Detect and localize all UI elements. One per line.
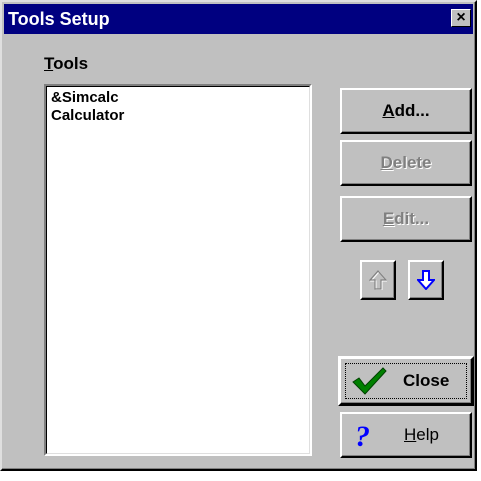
delete-button[interactable]: Delete xyxy=(340,140,472,186)
checkmark-icon xyxy=(351,366,387,396)
svg-text:?: ? xyxy=(355,420,370,450)
delete-button-mnemonic: D xyxy=(380,153,393,172)
tools-listbox-content: &Simcalc Calculator xyxy=(46,86,310,454)
move-up-button[interactable] xyxy=(360,260,396,300)
close-button[interactable]: Close xyxy=(338,356,474,406)
help-button-mnemonic: H xyxy=(404,425,417,444)
down-arrow-icon xyxy=(417,270,435,290)
up-arrow-icon xyxy=(369,270,387,290)
window-close-button[interactable]: × xyxy=(451,9,471,27)
add-button[interactable]: Add... xyxy=(340,88,472,134)
edit-button-label: dit... xyxy=(394,209,430,228)
list-item-calculator[interactable]: Calculator xyxy=(51,107,305,125)
tools-listbox[interactable]: &Simcalc Calculator xyxy=(44,84,312,456)
title-bar[interactable]: Tools Setup × xyxy=(4,4,473,34)
tools-label-rest: ools xyxy=(53,54,89,73)
close-icon: × xyxy=(456,9,466,26)
delete-button-label: elete xyxy=(392,153,432,172)
tools-label-mnemonic: T xyxy=(44,54,54,73)
edit-button-mnemonic: E xyxy=(382,209,395,228)
move-down-button[interactable] xyxy=(408,260,444,300)
list-item-simcalc[interactable]: &Simcalc xyxy=(51,89,305,107)
question-mark-icon: ? xyxy=(352,420,376,450)
help-button-label: Help xyxy=(404,425,439,445)
tools-label: Tools xyxy=(44,54,88,74)
add-button-mnemonic: A xyxy=(382,101,395,120)
window-title: Tools Setup xyxy=(8,9,110,29)
help-button[interactable]: ? Help xyxy=(340,412,472,458)
close-button-label: Close xyxy=(403,371,450,390)
add-button-label: dd... xyxy=(394,101,430,120)
tools-setup-dialog: Tools Setup × Tools &Simcalc Calculator … xyxy=(0,0,477,471)
help-button-rest: elp xyxy=(416,425,439,444)
edit-button[interactable]: Edit... xyxy=(340,196,472,242)
